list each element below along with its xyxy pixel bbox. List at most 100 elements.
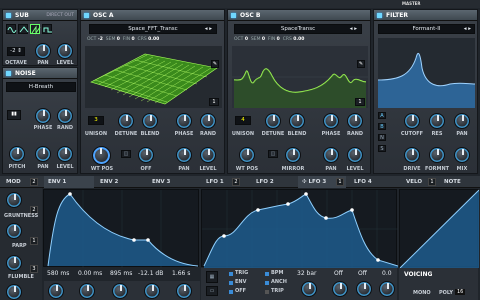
- noise-rand-knob[interactable]: [57, 108, 73, 124]
- tab-mod[interactable]: MOD: [2, 176, 21, 188]
- filter-formnt-knob[interactable]: [429, 147, 445, 163]
- voicing-poly-value[interactable]: 16: [455, 289, 466, 295]
- noise-level-knob[interactable]: [57, 146, 73, 162]
- lfo-grid-icon[interactable]: ▦: [206, 271, 218, 283]
- lfo-off-label[interactable]: OFF: [235, 288, 246, 294]
- lfo-delay-value[interactable]: Off: [358, 270, 367, 277]
- lfo-smooth-value[interactable]: 0.0: [382, 270, 392, 277]
- lfo-smooth-knob[interactable]: [379, 281, 395, 297]
- osc-b-crs-value[interactable]: 0.00: [293, 37, 304, 42]
- tab-note[interactable]: NOTE: [440, 176, 461, 188]
- osc-a-unison-display[interactable]: 3: [88, 116, 104, 125]
- sub-power-led[interactable]: [6, 13, 11, 18]
- lfo-trig-label[interactable]: TRIG: [235, 270, 248, 276]
- osc-a-crs-value[interactable]: 0.00: [148, 37, 159, 42]
- lfo3-graph[interactable]: [201, 189, 399, 268]
- lfo-trip-indicator[interactable]: [265, 290, 269, 294]
- lfo-env-label[interactable]: ENV: [235, 279, 246, 285]
- noise-power-led[interactable]: [6, 71, 11, 76]
- lfo-rise-knob[interactable]: [332, 281, 348, 297]
- osc-a-warp-icon[interactable]: ◫: [121, 150, 131, 158]
- env-sustain-value[interactable]: -12.1 dB: [138, 270, 163, 277]
- env-sustain-knob[interactable]: [144, 283, 160, 299]
- filter-res-knob[interactable]: [429, 113, 445, 129]
- osc-b-pan-knob[interactable]: [323, 147, 339, 163]
- lfo-trig-indicator[interactable]: [229, 272, 233, 276]
- osc-b-frame-display[interactable]: 1: [355, 98, 365, 106]
- sub-pan-knob[interactable]: [35, 43, 51, 59]
- lfo-delay-knob[interactable]: [356, 281, 372, 297]
- filter-mix-knob[interactable]: [454, 147, 470, 163]
- osc-b-warp-icon[interactable]: ◫: [268, 150, 278, 158]
- noise-keytrack-button[interactable]: ▮▮: [7, 110, 21, 120]
- osc-a-detune-knob[interactable]: [118, 113, 134, 129]
- filter-drive-knob[interactable]: [404, 147, 420, 163]
- osc-b-level-knob[interactable]: [347, 147, 363, 163]
- macro-knob-3[interactable]: [6, 255, 22, 271]
- env-release-value[interactable]: 1.66 s: [172, 270, 190, 277]
- lfo-bpm-indicator[interactable]: [265, 272, 269, 276]
- env1-graph[interactable]: [43, 189, 199, 268]
- lfo-mode-icon[interactable]: ▭: [206, 286, 218, 296]
- osc-a-arrow-icons[interactable]: ◂ ▸: [205, 25, 212, 34]
- osc-a-wavetable-view[interactable]: 1 ✎: [85, 46, 222, 108]
- voicing-mono-button[interactable]: MONO: [413, 290, 431, 296]
- env-decay-knob[interactable]: [112, 283, 128, 299]
- filter-power-led[interactable]: [377, 13, 382, 18]
- square-wave-button[interactable]: [42, 24, 52, 34]
- osc-a-rand-knob[interactable]: [200, 113, 216, 129]
- osc-a-warp-mode-label[interactable]: OFF: [134, 166, 158, 172]
- filter-pan-knob[interactable]: [454, 113, 470, 129]
- lfo-rate-value[interactable]: 32 bar: [297, 270, 317, 277]
- osc-b-unison-display[interactable]: 4: [235, 116, 251, 125]
- osc-a-wt-pos-knob[interactable]: [92, 146, 111, 165]
- osc-a-wavetable-selector[interactable]: Space_FFT_Transc ◂ ▸: [89, 24, 217, 34]
- noise-phase-knob[interactable]: [35, 108, 51, 124]
- osc-a-blend-knob[interactable]: [142, 113, 158, 129]
- osc-b-arrow-icons[interactable]: ◂ ▸: [350, 25, 357, 34]
- tab-lfo1[interactable]: LFO 1: [202, 176, 224, 188]
- filter-route-b[interactable]: B: [378, 123, 386, 130]
- macro-knob-1[interactable]: [6, 192, 22, 208]
- osc-a-oct-value[interactable]: -2: [98, 37, 103, 42]
- osc-b-waveform-view[interactable]: 1 ✎: [232, 46, 368, 108]
- lfo-bpm-label[interactable]: BPM: [271, 270, 283, 276]
- noise-pan-knob[interactable]: [35, 146, 51, 162]
- osc-a-edit-icon[interactable]: ✎: [211, 60, 219, 68]
- filter-route-a[interactable]: A: [378, 112, 386, 119]
- env-hold-knob[interactable]: [79, 283, 95, 299]
- lfo-rate-knob[interactable]: [301, 281, 317, 297]
- sub-level-knob[interactable]: [57, 43, 73, 59]
- osc-b-rand-knob[interactable]: [347, 113, 363, 129]
- osc-a-phase-knob[interactable]: [176, 113, 192, 129]
- env-release-knob[interactable]: [176, 283, 192, 299]
- tab-env2[interactable]: ENV 2: [96, 176, 118, 188]
- osc-a-level-knob[interactable]: [200, 147, 216, 163]
- osc-b-phase-knob[interactable]: [323, 113, 339, 129]
- osc-b-fin-value[interactable]: 0: [277, 37, 280, 42]
- osc-a-warp-knob[interactable]: [138, 147, 154, 163]
- filter-type-selector[interactable]: Formant-II ◂ ▸: [378, 24, 475, 34]
- tab-env1[interactable]: ENV 1: [44, 176, 94, 188]
- osc-a-power-led[interactable]: [84, 13, 89, 18]
- osc-b-edit-icon[interactable]: ✎: [357, 60, 365, 68]
- env-attack-value[interactable]: 580 ms: [47, 270, 69, 277]
- env-decay-value[interactable]: 895 ms: [110, 270, 132, 277]
- lfo-trip-label[interactable]: TRIP: [271, 288, 284, 294]
- osc-b-oct-value[interactable]: 0: [245, 37, 248, 42]
- noise-preset-selector[interactable]: H-Breath: [6, 82, 76, 92]
- lfo-env-indicator[interactable]: [229, 281, 233, 285]
- lfo-anch-indicator[interactable]: [265, 281, 269, 285]
- macro-knob-4[interactable]: [6, 284, 22, 300]
- env-attack-knob[interactable]: [48, 283, 64, 299]
- lfo-off-indicator[interactable]: [229, 290, 233, 294]
- macro-knob-2[interactable]: [6, 223, 22, 239]
- filter-route-n[interactable]: N: [378, 134, 386, 141]
- env-hold-value[interactable]: 0.00 ms: [78, 270, 102, 277]
- lfo-anch-label[interactable]: ANCH: [271, 279, 287, 285]
- direct-out-button[interactable]: DIRECT OUT: [46, 10, 74, 21]
- osc-b-sem-value[interactable]: 0: [262, 37, 265, 42]
- osc-a-fin-value[interactable]: 0: [132, 37, 135, 42]
- osc-b-wt-pos-knob[interactable]: [239, 147, 255, 163]
- tab-velo[interactable]: VELO: [402, 176, 422, 188]
